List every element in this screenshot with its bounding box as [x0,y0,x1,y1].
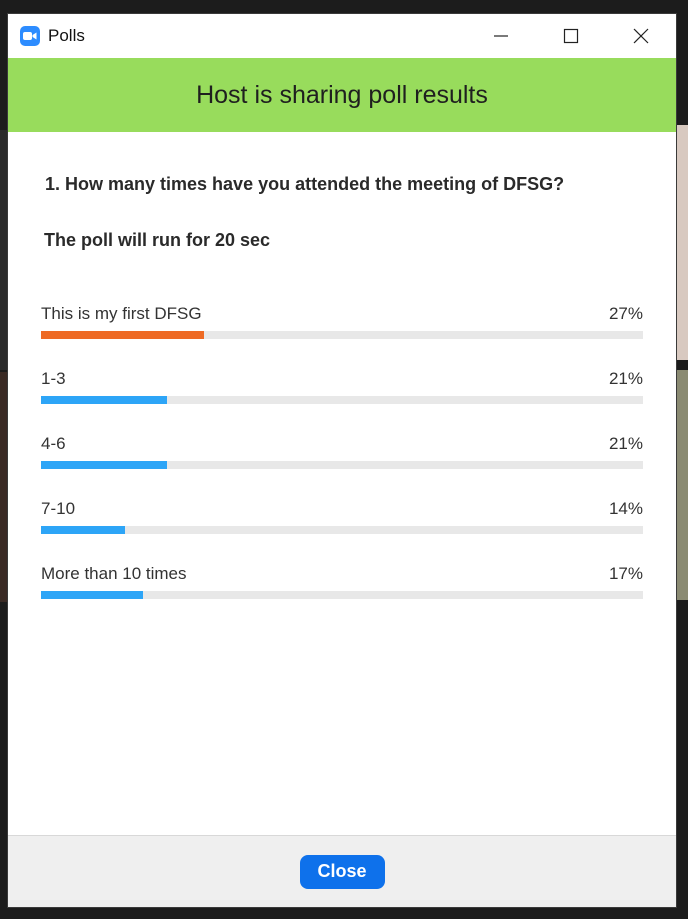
maximize-button[interactable] [536,14,606,58]
result-bar [41,331,204,339]
close-button[interactable]: Close [299,854,385,889]
option-percent: 17% [608,564,643,583]
result-bar [41,396,168,404]
background-video-tile [0,130,8,370]
window-close-button[interactable] [606,14,676,58]
background-video-tile [676,370,688,600]
poll-option: 1-3 21% [41,368,643,433]
result-bar-track [41,526,643,534]
poll-results: This is my first DFSG 27% 1-3 21% 4-6 21… [41,303,643,628]
result-bar-track [41,591,643,599]
result-bar [41,526,126,534]
result-bar-track [41,461,643,469]
option-label: 4-6 [41,434,66,453]
sharing-banner: Host is sharing poll results [8,58,676,132]
poll-timer: The poll will run for 20 sec [44,230,271,250]
result-bar [41,461,168,469]
title-bar[interactable]: Polls [8,14,676,58]
dialog-footer: Close [8,835,676,907]
minimize-button[interactable] [466,14,536,58]
option-label: 7-10 [41,499,76,518]
result-bar-track [41,331,643,339]
result-bar-track [41,396,643,404]
poll-option: This is my first DFSG 27% [41,303,643,368]
option-percent: 21% [608,434,643,453]
background-video-tile [0,372,8,602]
poll-content: 1. How many times have you attended the … [8,132,676,628]
window-title: Polls [48,26,85,45]
result-bar [41,591,144,599]
option-percent: 14% [608,499,643,518]
close-icon [633,28,649,44]
poll-option: 4-6 21% [41,433,643,498]
option-label: This is my first DFSG [41,304,202,323]
maximize-icon [563,28,579,44]
option-percent: 21% [608,369,643,388]
option-label: More than 10 times [41,564,187,583]
poll-option: More than 10 times 17% [41,563,643,628]
poll-option: 7-10 14% [41,498,643,563]
poll-question: 1. How many times have you attended the … [45,174,565,194]
option-label: 1-3 [41,369,66,388]
minimize-icon [494,35,508,37]
option-percent: 27% [608,304,643,323]
background-video-tile [676,125,688,360]
zoom-camera-icon [20,26,40,46]
polls-window: Polls Host is sharing poll results 1. Ho… [8,14,676,907]
